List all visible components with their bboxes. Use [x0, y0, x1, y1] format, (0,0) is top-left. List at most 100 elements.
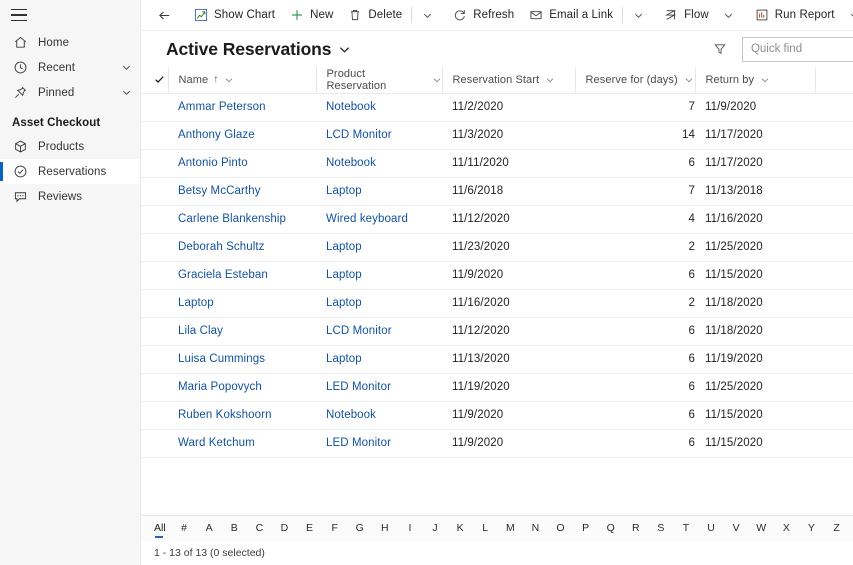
show-chart-button[interactable]: Show Chart	[186, 1, 282, 30]
sidebar-item-reviews[interactable]: Reviews	[0, 184, 140, 209]
cell-name[interactable]: Ruben Kokshoorn	[168, 401, 316, 430]
alpha-filter-s[interactable]: S	[656, 520, 666, 538]
cell-link[interactable]: Laptop	[326, 185, 362, 197]
table-row[interactable]: Graciela Esteban Laptop 11/9/2020 6 11/15/20…	[141, 261, 853, 290]
cell-product-reservation[interactable]: Wired keyboard	[316, 205, 442, 234]
alpha-filter-h[interactable]: H	[380, 520, 390, 538]
cell-link[interactable]: Maria Popovych	[178, 381, 262, 393]
alpha-filter-d[interactable]: D	[279, 520, 289, 538]
run-report-dropdown[interactable]	[842, 1, 853, 30]
chevron-down-icon[interactable]	[432, 75, 442, 85]
table-row[interactable]: Deborah Schultz Laptop 11/23/2020 2 11/25/20…	[141, 233, 853, 262]
cell-link[interactable]: Anthony Glaze	[178, 129, 255, 141]
row-select-cell[interactable]	[141, 261, 168, 290]
cell-name[interactable]: Lila Clay	[168, 317, 316, 346]
row-select-cell[interactable]	[141, 373, 168, 402]
cell-product-reservation[interactable]: Laptop	[316, 289, 442, 318]
table-row[interactable]: Lila Clay LCD Monitor 11/12/2020 6 11/18/202…	[141, 317, 853, 346]
cell-name[interactable]: Maria Popovych	[168, 373, 316, 402]
cell-link[interactable]: Ward Ketchum	[178, 437, 255, 449]
row-select-cell[interactable]	[141, 205, 168, 234]
chevron-down-icon[interactable]	[224, 75, 234, 85]
column-header-product-reservation[interactable]: Product Reservation	[315, 67, 442, 94]
view-selector[interactable]: Active Reservations	[166, 39, 351, 60]
alpha-filter-f[interactable]: F	[330, 520, 340, 538]
cell-link[interactable]: Carlene Blankenship	[178, 213, 286, 225]
back-button[interactable]	[149, 1, 186, 30]
column-header-reserve-for-days[interactable]: Reserve for (days)	[574, 67, 695, 94]
alpha-filter-hash[interactable]: #	[179, 520, 189, 538]
table-row[interactable]: Luisa Cummings Laptop 11/13/2020 6 11/19/202…	[141, 345, 853, 374]
table-row[interactable]: Anthony Glaze LCD Monitor 11/3/2020 14 11/17…	[141, 121, 853, 150]
filter-button[interactable]	[707, 36, 733, 62]
cell-link[interactable]: Ammar Peterson	[178, 101, 266, 113]
table-row[interactable]: Ammar Peterson Notebook 11/2/2020 7 11/9/202…	[141, 93, 853, 122]
cell-link[interactable]: Graciela Esteban	[178, 269, 268, 281]
row-select-cell[interactable]	[141, 93, 168, 122]
alpha-filter-o[interactable]: O	[556, 520, 566, 538]
cell-link[interactable]: Laptop	[326, 353, 362, 365]
cell-product-reservation[interactable]: LED Monitor	[316, 429, 442, 458]
cell-link[interactable]: Luisa Cummings	[178, 353, 265, 365]
email-dropdown[interactable]	[625, 1, 656, 30]
cell-name[interactable]: Ward Ketchum	[168, 429, 316, 458]
alpha-filter-u[interactable]: U	[706, 520, 716, 538]
cell-name[interactable]: Betsy McCarthy	[168, 177, 316, 206]
run-report-button[interactable]: Run Report	[747, 1, 842, 30]
alpha-filter-t[interactable]: T	[681, 520, 691, 538]
search-input[interactable]	[750, 43, 853, 55]
alpha-filter-l[interactable]: L	[480, 520, 490, 538]
cell-link[interactable]: Laptop	[326, 269, 362, 281]
alpha-filter-m[interactable]: M	[505, 520, 515, 538]
cell-link[interactable]: Notebook	[326, 157, 376, 169]
cell-name[interactable]: Laptop	[168, 289, 316, 318]
sidebar-item-home[interactable]: Home	[0, 30, 140, 55]
sidebar-item-pinned[interactable]: Pinned	[0, 80, 140, 105]
alpha-filter-all[interactable]: All	[154, 520, 166, 538]
cell-link[interactable]: Laptop	[178, 297, 214, 309]
sidebar-item-reservations[interactable]: Reservations	[0, 159, 140, 184]
cell-link[interactable]: Betsy McCarthy	[178, 185, 261, 197]
alpha-filter-y[interactable]: Y	[806, 520, 816, 538]
chevron-down-icon[interactable]	[545, 75, 555, 85]
new-button[interactable]: New	[282, 1, 340, 30]
cell-product-reservation[interactable]: Notebook	[316, 401, 442, 430]
alpha-filter-v[interactable]: V	[731, 520, 741, 538]
cell-link[interactable]: Notebook	[326, 101, 376, 113]
row-select-cell[interactable]	[141, 317, 168, 346]
column-header-name[interactable]: Name ↑	[167, 67, 316, 94]
cell-link[interactable]: Notebook	[326, 409, 376, 421]
table-row[interactable]: Ruben Kokshoorn Notebook 11/9/2020 6 11/15/2…	[141, 401, 853, 430]
cell-name[interactable]: Graciela Esteban	[168, 261, 316, 290]
row-select-cell[interactable]	[141, 149, 168, 178]
cell-product-reservation[interactable]: LED Monitor	[316, 373, 442, 402]
cell-name[interactable]: Anthony Glaze	[168, 121, 316, 150]
cell-link[interactable]: Laptop	[326, 241, 362, 253]
cell-product-reservation[interactable]: LCD Monitor	[316, 121, 442, 150]
cell-product-reservation[interactable]: Laptop	[316, 345, 442, 374]
alpha-filter-z[interactable]: Z	[832, 520, 842, 538]
table-row[interactable]: Antonio Pinto Notebook 11/11/2020 6 11/17/20…	[141, 149, 853, 178]
cell-link[interactable]: Deborah Schultz	[178, 241, 265, 253]
delete-dropdown[interactable]	[414, 1, 445, 30]
alpha-filter-n[interactable]: N	[530, 520, 540, 538]
chevron-down-icon[interactable]	[684, 75, 694, 85]
select-all-header[interactable]	[141, 67, 168, 94]
table-row[interactable]: Ward Ketchum LED Monitor 11/9/2020 6 11/15/2…	[141, 429, 853, 458]
alpha-filter-j[interactable]: J	[430, 520, 440, 538]
hamburger-icon[interactable]	[11, 9, 27, 21]
cell-name[interactable]: Antonio Pinto	[168, 149, 316, 178]
cell-link[interactable]: LED Monitor	[326, 381, 391, 393]
alpha-filter-r[interactable]: R	[631, 520, 641, 538]
cell-name[interactable]: Deborah Schultz	[168, 233, 316, 262]
table-row[interactable]: Betsy McCarthy Laptop 11/6/2018 7 11/13/2018	[141, 177, 853, 206]
column-header-reservation-start[interactable]: Reservation Start	[441, 67, 575, 94]
chevron-down-icon[interactable]	[121, 62, 132, 73]
cell-link[interactable]: Ruben Kokshoorn	[178, 409, 272, 421]
cell-product-reservation[interactable]: Laptop	[316, 177, 442, 206]
alpha-filter-e[interactable]: E	[305, 520, 315, 538]
cell-name[interactable]: Carlene Blankenship	[168, 205, 316, 234]
row-select-cell[interactable]	[141, 345, 168, 374]
alpha-filter-g[interactable]: G	[355, 520, 365, 538]
chevron-down-icon[interactable]	[121, 87, 132, 98]
